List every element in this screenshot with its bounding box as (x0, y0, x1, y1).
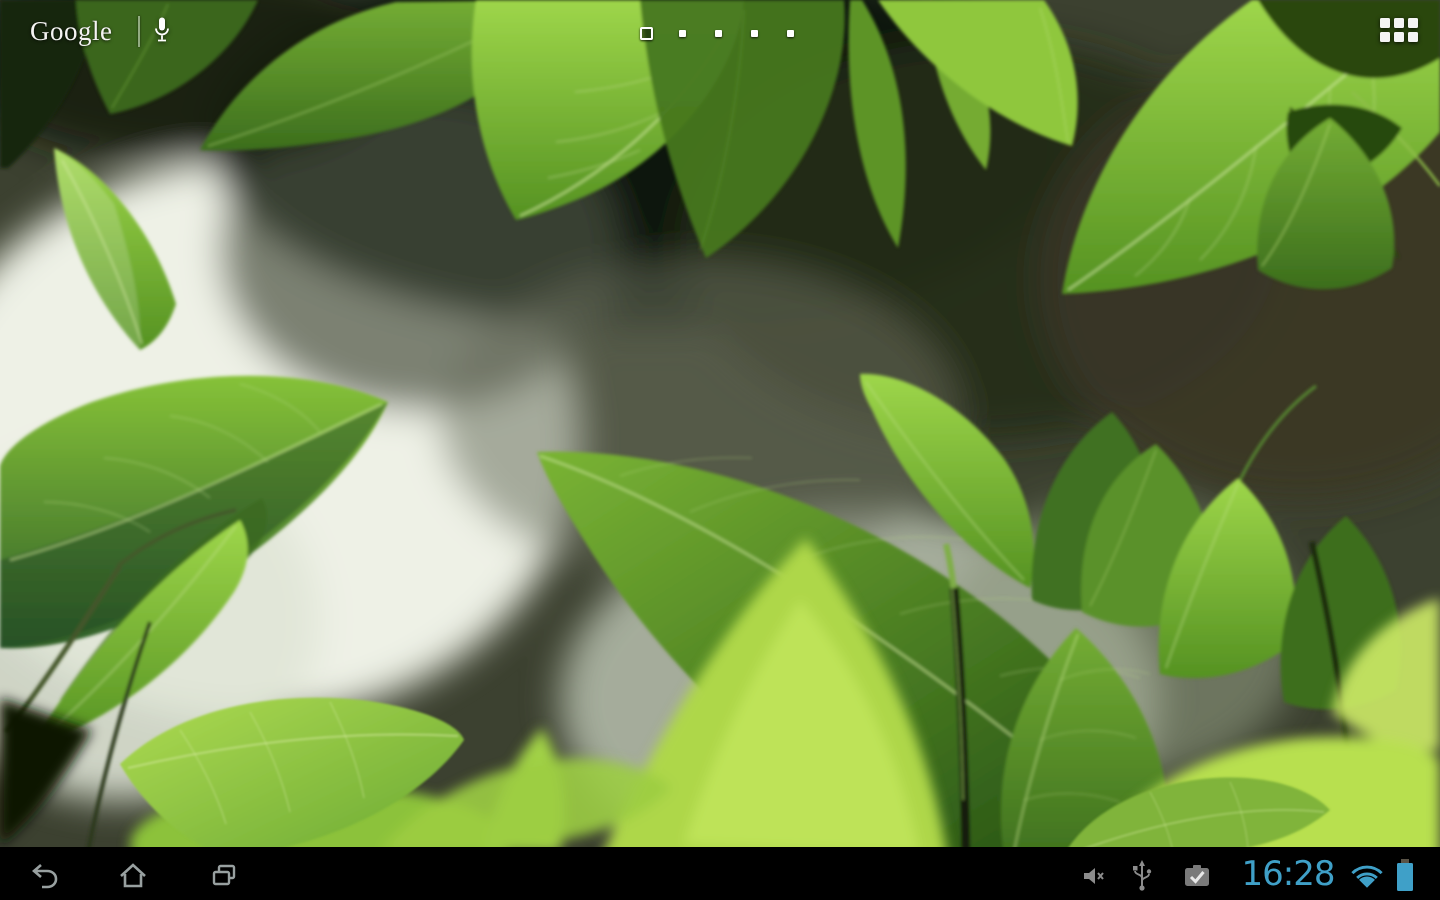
microphone-icon (155, 17, 170, 41)
home-button[interactable] (116, 859, 150, 893)
leaves-live-wallpaper (0, 0, 1440, 900)
page-dot-5[interactable] (786, 29, 794, 37)
back-button[interactable] (28, 859, 62, 893)
clock: 16:28 (1241, 854, 1336, 894)
recents-icon (212, 864, 236, 886)
voice-search-button[interactable] (140, 16, 172, 47)
all-apps-button[interactable] (1380, 18, 1420, 46)
volume-muted-icon (1084, 868, 1104, 884)
wifi-icon (1351, 865, 1383, 888)
home-screen[interactable]: Google 16:28 (0, 0, 1440, 900)
homescreen-page-indicator[interactable] (628, 24, 808, 42)
page-dot-4[interactable] (750, 29, 758, 37)
google-search-widget[interactable]: Google (18, 8, 172, 54)
page-dot-2[interactable] (678, 29, 686, 37)
recents-button[interactable] (207, 859, 241, 893)
usb-connected-icon (1133, 860, 1152, 891)
page-dot-1[interactable] (639, 26, 653, 40)
google-logo[interactable]: Google (18, 16, 124, 47)
page-dot-3[interactable] (714, 29, 722, 37)
status-tray[interactable]: 16:28 (1070, 852, 1430, 896)
back-icon (32, 864, 58, 889)
battery-full-icon (1397, 859, 1413, 891)
home-icon (120, 863, 146, 888)
apps-grid-icon (1380, 18, 1390, 28)
task-complete-icon (1185, 865, 1209, 886)
